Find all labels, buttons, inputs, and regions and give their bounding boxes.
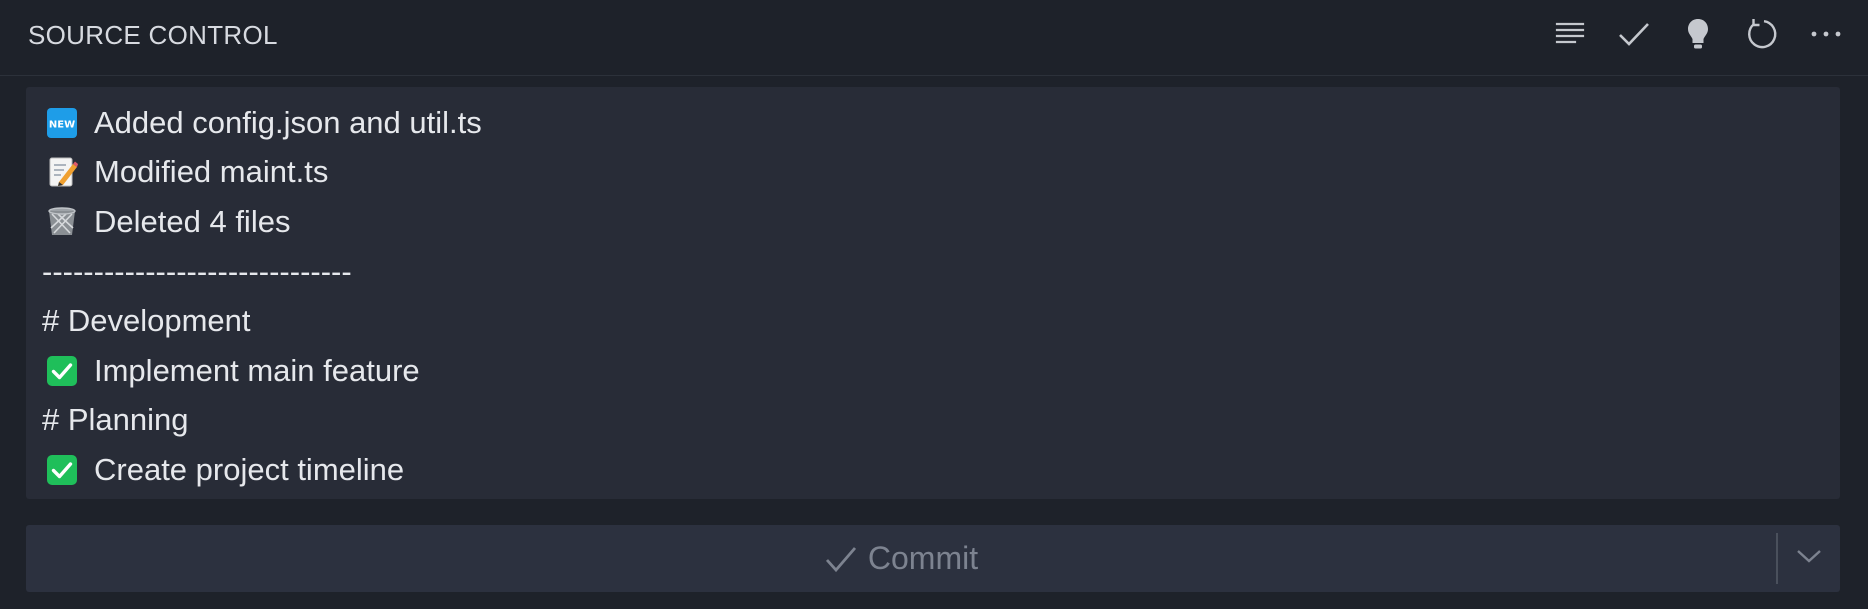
panel-header: SOURCE CONTROL bbox=[0, 0, 1868, 76]
lightbulb-icon bbox=[1686, 17, 1710, 51]
new-badge-icon: NEW bbox=[46, 107, 78, 139]
list-lines-icon bbox=[1555, 21, 1585, 47]
message-line: # Planning bbox=[42, 396, 1840, 446]
message-line: Deleted 4 files bbox=[42, 197, 1840, 247]
generate-message-button[interactable] bbox=[1676, 12, 1720, 56]
commit-button[interactable]: Commit bbox=[26, 525, 1776, 592]
header-toolbar bbox=[1528, 12, 1848, 56]
commit-message-input[interactable]: NEW Added config.json and util.ts Modifi… bbox=[26, 87, 1840, 499]
memo-icon bbox=[46, 156, 78, 188]
check-mark-button-icon bbox=[46, 454, 78, 486]
message-line: Create project timeline bbox=[42, 445, 1840, 495]
more-actions-button[interactable] bbox=[1804, 12, 1848, 56]
check-mark-button-icon bbox=[46, 355, 78, 387]
section-heading: # Planning bbox=[42, 402, 189, 438]
message-line: Implement main feature bbox=[42, 346, 1840, 396]
chevron-down-icon bbox=[1795, 547, 1823, 570]
refresh-icon bbox=[1745, 17, 1779, 51]
message-line-text: Added config.json and util.ts bbox=[94, 104, 482, 140]
refresh-button[interactable] bbox=[1740, 12, 1784, 56]
section-heading: # Development bbox=[42, 303, 251, 339]
message-line: ------------------------------ bbox=[42, 247, 1840, 297]
message-line-text: Create project timeline bbox=[94, 451, 405, 487]
check-icon bbox=[824, 544, 858, 574]
commit-button-label: Commit bbox=[867, 540, 979, 576]
commit-check-button[interactable] bbox=[1612, 12, 1656, 56]
svg-text:NEW: NEW bbox=[49, 119, 75, 130]
panel-title: SOURCE CONTROL bbox=[28, 20, 278, 50]
message-line: Modified maint.ts bbox=[42, 148, 1840, 198]
commit-button-group: Commit bbox=[26, 525, 1840, 592]
check-icon bbox=[1617, 20, 1651, 48]
message-line-text: Deleted 4 files bbox=[94, 203, 291, 239]
source-control-panel: SOURCE CONTROL NEW Added config.json and… bbox=[0, 0, 1868, 609]
separator-text: ------------------------------ bbox=[42, 253, 352, 289]
commit-dropdown-button[interactable] bbox=[1778, 525, 1840, 592]
message-line-text: Modified maint.ts bbox=[94, 154, 329, 190]
view-as-list-button[interactable] bbox=[1548, 12, 1592, 56]
message-line: # Development bbox=[42, 296, 1840, 346]
ellipsis-icon bbox=[1809, 29, 1843, 39]
wastebasket-icon bbox=[46, 206, 78, 238]
message-line-text: Implement main feature bbox=[94, 352, 420, 388]
message-line: NEW Added config.json and util.ts bbox=[42, 98, 1840, 148]
